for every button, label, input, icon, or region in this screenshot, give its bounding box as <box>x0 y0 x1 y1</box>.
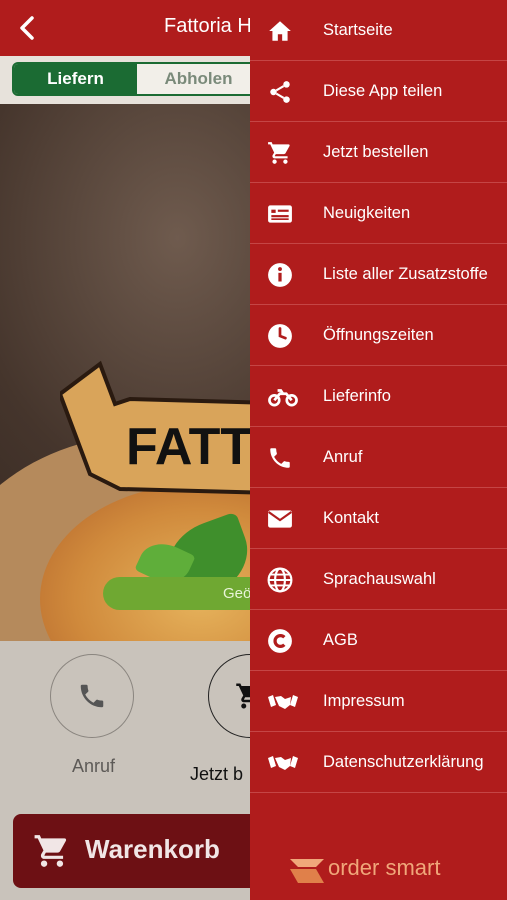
handshake-icon <box>268 756 298 770</box>
menu-item-opening-hours[interactable]: Öffnungszeiten <box>250 305 507 366</box>
order-smart-logo-icon <box>290 859 324 883</box>
menu-item-label: Anruf <box>323 448 363 466</box>
copyright-icon <box>268 629 292 653</box>
cart-icon <box>34 835 67 867</box>
cart-label: Warenkorb <box>85 834 220 864</box>
menu-item-delivery-info[interactable]: Lieferinfo <box>250 366 507 427</box>
call-action-button[interactable] <box>50 654 134 738</box>
cart-icon <box>268 142 290 164</box>
home-icon <box>269 21 291 41</box>
menu-item-order-now[interactable]: Jetzt bestellen <box>250 122 507 183</box>
brand-name: order smart <box>328 855 441 880</box>
menu-item-label: Neuigkeiten <box>323 204 411 222</box>
order-action-label: Jetzt b <box>190 764 244 784</box>
menu-item-label: Jetzt bestellen <box>323 143 429 161</box>
banner-text: FATT <box>126 418 252 476</box>
menu-item-label: Lieferinfo <box>323 387 391 405</box>
menu-item-additives[interactable]: Liste aller Zusatzstoffe <box>250 244 507 305</box>
globe-icon <box>267 567 293 593</box>
side-drawer-menu: Startseite Diese App teilen Jetzt bestel… <box>250 0 507 900</box>
tab-pickup[interactable]: Abholen <box>137 64 260 94</box>
menu-item-label: Diese App teilen <box>323 82 443 100</box>
menu-item-label: Kontakt <box>323 509 379 527</box>
tab-deliver[interactable]: Liefern <box>14 64 137 94</box>
menu-item-label: Datenschutzerklärung <box>323 753 484 771</box>
share-icon <box>270 81 290 103</box>
menu-item-label: AGB <box>323 631 358 649</box>
motorbike-icon <box>268 389 298 407</box>
menu-item-language[interactable]: Sprachauswahl <box>250 549 507 610</box>
order-smart-logo: order smart <box>290 853 470 885</box>
phone-icon <box>80 684 104 708</box>
handshake-icon <box>268 695 298 709</box>
menu-item-news[interactable]: Neuigkeiten <box>250 183 507 244</box>
menu-item-call[interactable]: Anruf <box>250 427 507 488</box>
menu-item-label: Startseite <box>323 21 393 39</box>
page-title: Fattoria H <box>164 15 252 37</box>
menu-item-startseite[interactable]: Startseite <box>250 0 507 61</box>
info-icon <box>268 263 292 287</box>
menu-item-label: Liste aller Zusatzstoffe <box>323 265 488 283</box>
menu-item-terms[interactable]: AGB <box>250 610 507 671</box>
menu-item-label: Impressum <box>323 692 405 710</box>
menu-item-contact[interactable]: Kontakt <box>250 488 507 549</box>
menu-item-label: Sprachauswahl <box>323 570 436 588</box>
phone-icon <box>270 448 290 468</box>
menu-item-privacy[interactable]: Datenschutzerklärung <box>250 732 507 793</box>
clock-icon <box>268 324 292 348</box>
mail-icon <box>267 510 293 528</box>
menu-item-label: Öffnungszeiten <box>323 326 434 344</box>
back-chevron-icon[interactable] <box>14 14 42 42</box>
menu-item-imprint[interactable]: Impressum <box>250 671 507 732</box>
call-action-label: Anruf <box>72 756 116 776</box>
menu-item-share[interactable]: Diese App teilen <box>250 61 507 122</box>
delivery-mode-toggle: Liefern Abholen <box>12 62 262 96</box>
news-icon <box>268 205 292 223</box>
